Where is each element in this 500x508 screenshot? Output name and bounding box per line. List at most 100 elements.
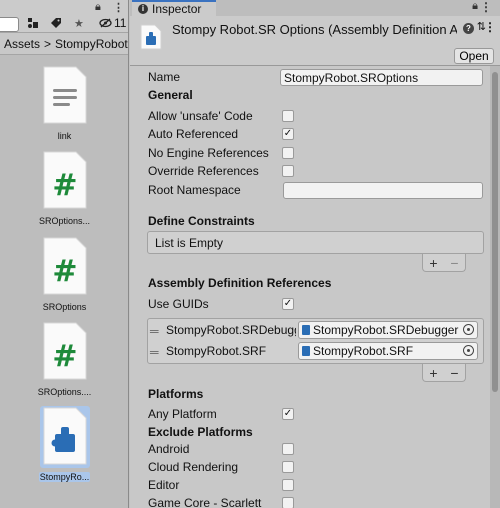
reference-object-field[interactable]: StompyRobot.SRF	[298, 342, 478, 360]
remove-constraint-button[interactable]: −	[450, 255, 458, 271]
root-namespace-field[interactable]	[283, 182, 483, 199]
field-row: Root Namespace	[148, 181, 241, 199]
lock-icon[interactable]: 🔒︎	[472, 0, 478, 13]
hidden-packages-toggle[interactable]: 11	[99, 16, 126, 30]
help-icon[interactable]: ?	[463, 23, 474, 34]
asset-item[interactable]: link	[0, 65, 128, 142]
object-picker-icon[interactable]	[463, 345, 474, 356]
inspector-scrollbar[interactable]	[490, 66, 500, 508]
assembly-definition-icon	[302, 325, 310, 335]
any-platform-checkbox[interactable]: ✓	[282, 408, 294, 420]
inspector-header: Stompy Robot.SR Options (Assembly Defini…	[130, 16, 500, 66]
svg-text:#: #	[52, 339, 77, 374]
more-menu-icon[interactable]: ⋮	[480, 0, 492, 14]
field-row: Override References	[148, 162, 259, 180]
auto-referenced-checkbox[interactable]: ✓	[282, 128, 294, 140]
more-menu-icon[interactable]: ⋮	[484, 20, 496, 34]
svg-text:#: #	[52, 168, 77, 203]
override-references-checkbox[interactable]	[282, 165, 294, 177]
define-constraints-footer: + −	[422, 254, 466, 272]
auto-referenced-label: Auto Referenced	[148, 127, 239, 141]
reference-value: StompyRobot.SRF	[313, 344, 414, 358]
platform-row: Game Core - Scarlett	[148, 494, 261, 508]
search-input[interactable]	[0, 17, 19, 32]
assembly-references-heading: Assembly Definition References	[148, 276, 332, 290]
svg-text:#: #	[52, 254, 77, 289]
platform-row: Editor	[148, 476, 179, 494]
scrollbar-thumb[interactable]	[492, 72, 498, 392]
list-item[interactable]: ═ StompyRobot.SRF StompyRobot.SRF	[150, 341, 480, 361]
platform-game-core-scarlett-checkbox[interactable]	[282, 497, 294, 508]
asset-item[interactable]: # SROptions...	[0, 150, 128, 227]
inspector-tabbar: i Inspector 🔒︎ ⋮	[130, 0, 500, 16]
reference-name: StompyRobot.SRF	[166, 344, 267, 358]
field-row: No Engine References	[148, 144, 269, 162]
platform-android-label: Android	[148, 442, 190, 456]
project-toolbar: ★ 11	[0, 16, 128, 33]
platform-cloud-rendering-checkbox[interactable]	[282, 461, 294, 473]
inspector-content: Name StompyRobot.SROptions General Allow…	[130, 66, 490, 508]
asset-label: SROptions...	[38, 216, 91, 226]
exclude-platforms-heading: Exclude Platforms	[148, 425, 253, 439]
allow-unsafe-label: Allow 'unsafe' Code	[148, 109, 253, 123]
breadcrumb-stompyrobot[interactable]: StompyRobot	[55, 37, 128, 51]
assembly-references-footer: + −	[422, 364, 466, 382]
asset-item[interactable]: # SROptions	[0, 236, 128, 313]
lock-icon[interactable]: 🔒︎	[95, 1, 101, 14]
add-constraint-button[interactable]: +	[429, 255, 437, 271]
use-guids-label: Use GUIDs	[148, 297, 209, 311]
reference-object-field[interactable]: StompyRobot.SRDebugger	[298, 321, 478, 339]
drag-handle-icon[interactable]: ═	[150, 324, 159, 338]
drag-handle-icon[interactable]: ═	[150, 345, 159, 359]
platform-game-core-scarlett-label: Game Core - Scarlett	[148, 496, 262, 508]
breadcrumb: Assets > StompyRobot	[0, 33, 128, 55]
text-file-icon	[40, 65, 90, 127]
platform-row: Cloud Rendering	[148, 458, 238, 476]
tab-inspector[interactable]: i Inspector	[132, 0, 216, 16]
use-guids-row: Use GUIDs	[148, 295, 209, 313]
assembly-definition-icon	[302, 346, 310, 356]
define-constraints-list: List is Empty	[147, 231, 484, 254]
field-row: Auto Referenced	[148, 125, 238, 143]
more-menu-icon[interactable]: ⋮	[113, 1, 124, 14]
name-row: Name	[148, 68, 180, 86]
assembly-definition-icon	[39, 406, 90, 468]
open-button[interactable]: Open	[454, 48, 494, 64]
project-panel: 🔒︎ ⋮ ★ 11 Assets > StompyRobot link # SROp…	[0, 0, 129, 508]
asset-item-selected[interactable]: StompyRo...	[0, 406, 128, 483]
hidden-count-label: 11	[114, 16, 127, 30]
field-row: Allow 'unsafe' Code	[148, 107, 253, 125]
reference-value: StompyRobot.SRDebugger	[313, 323, 459, 337]
eye-slash-icon	[99, 18, 112, 28]
asset-label: link	[57, 131, 72, 141]
breadcrumb-assets[interactable]: Assets	[4, 37, 40, 51]
platform-editor-checkbox[interactable]	[282, 479, 294, 491]
breadcrumb-separator: >	[44, 37, 52, 51]
list-empty-text: List is Empty	[155, 236, 224, 250]
assembly-definition-icon	[140, 24, 162, 53]
platform-row: Android	[148, 440, 189, 458]
name-field[interactable]: StompyRobot.SROptions	[280, 69, 483, 86]
label-tag-icon[interactable]	[50, 17, 62, 32]
list-item[interactable]: ═ StompyRobot.SRDebugg StompyRobot.SRDeb…	[150, 320, 480, 340]
add-reference-button[interactable]: +	[429, 365, 437, 381]
any-platform-row: Any Platform	[148, 405, 217, 423]
tab-inspector-label: Inspector	[152, 2, 202, 16]
use-guids-checkbox[interactable]: ✓	[282, 298, 294, 310]
allow-unsafe-checkbox[interactable]	[282, 110, 294, 122]
info-icon: i	[138, 4, 148, 14]
general-heading: General	[148, 88, 193, 102]
asset-label: SROptions....	[37, 387, 92, 397]
platform-android-checkbox[interactable]	[282, 443, 294, 455]
asset-item[interactable]: # SROptions....	[0, 321, 128, 398]
no-engine-references-checkbox[interactable]	[282, 147, 294, 159]
filter-by-type-icon[interactable]	[27, 17, 39, 32]
inspector-panel: i Inspector 🔒︎ ⋮ Stompy Robot.SR Options…	[130, 0, 500, 508]
any-platform-label: Any Platform	[148, 407, 217, 421]
asset-label: SROptions	[42, 302, 87, 312]
favorite-star-icon[interactable]: ★	[74, 17, 84, 30]
object-picker-icon[interactable]	[463, 324, 474, 335]
remove-reference-button[interactable]: −	[450, 365, 458, 381]
platforms-heading: Platforms	[148, 387, 204, 401]
platform-cloud-rendering-label: Cloud Rendering	[148, 460, 239, 474]
